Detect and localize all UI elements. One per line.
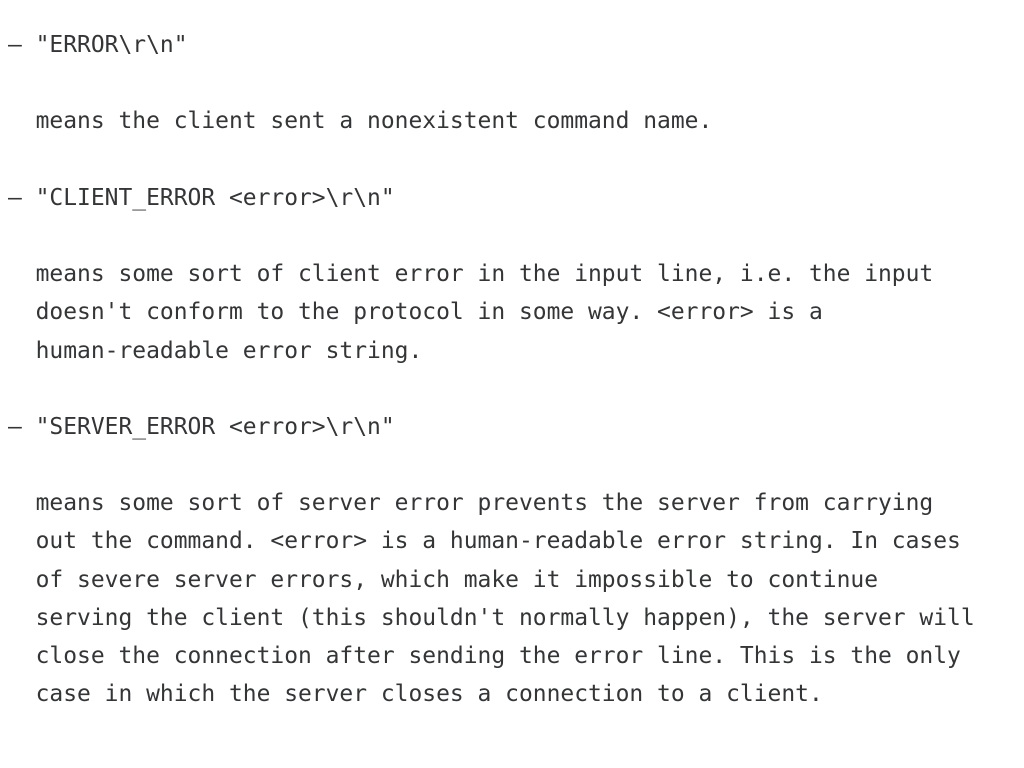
bullet-heading-line: – "SERVER_ERROR <error>\r\n" bbox=[8, 413, 395, 440]
paragraph-line: doesn't conform to the protocol in some … bbox=[8, 299, 823, 326]
paragraph-line: means the client sent a nonexistent comm… bbox=[8, 108, 713, 135]
paragraph-line: of severe server errors, which make it i… bbox=[8, 566, 879, 593]
paragraph-line: case in which the server closes a connec… bbox=[8, 681, 823, 708]
paragraph-line: serving the client (this shouldn't norma… bbox=[8, 604, 975, 631]
paragraph-line: human-readable error string. bbox=[8, 337, 423, 364]
document-page: – "ERROR\r\n" means the client sent a no… bbox=[0, 0, 1024, 768]
bullet-heading-line: – "ERROR\r\n" bbox=[8, 32, 188, 58]
bullet-heading-line: – "CLIENT_ERROR <error>\r\n" bbox=[8, 184, 395, 211]
paragraph-line: means some sort of client error in the i… bbox=[8, 261, 934, 288]
paragraph-line: means some sort of server error prevents… bbox=[8, 490, 934, 517]
paragraph-line: close the connection after sending the e… bbox=[8, 643, 961, 669]
paragraph-line: out the command. <error> is a human-read… bbox=[8, 528, 961, 555]
document-text-body: – "ERROR\r\n" means the client sent a no… bbox=[8, 26, 975, 713]
